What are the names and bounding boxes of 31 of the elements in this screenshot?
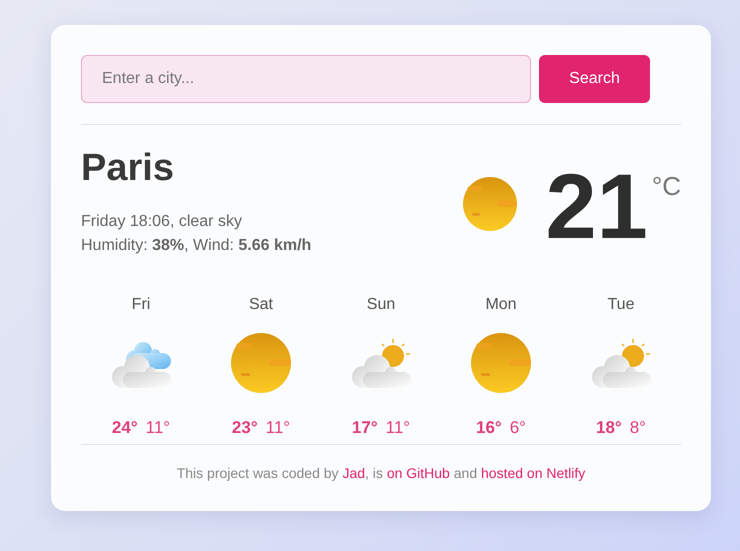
- sun-icon: [231, 333, 291, 393]
- sun-icon: [471, 333, 531, 393]
- search-button[interactable]: Search: [539, 55, 650, 103]
- forecast-day: Sat: [248, 296, 273, 314]
- max-temperature: 17°: [352, 418, 378, 438]
- credits-link[interactable]: hosted on Netlify: [481, 465, 586, 481]
- temperature-unit: °C: [652, 171, 681, 202]
- min-temperature: 11°: [266, 418, 290, 438]
- sun-cloud-icon: [351, 337, 411, 389]
- max-temperature: 18°: [596, 418, 622, 438]
- credits-link[interactable]: Jad: [342, 465, 366, 481]
- min-temperature: 8°: [630, 418, 646, 438]
- city-name: Paris: [81, 147, 175, 190]
- max-temperature: 16°: [476, 418, 502, 438]
- max-temperature: 24°: [112, 418, 138, 438]
- forecast-day: Tue: [608, 296, 634, 314]
- min-temperature: 11°: [146, 418, 170, 438]
- temperature: 21: [545, 167, 648, 247]
- min-temperature: 11°: [386, 418, 410, 438]
- forecast-day: Fri: [132, 296, 150, 314]
- sun-icon: [463, 177, 518, 231]
- credits-link[interactable]: on GitHub: [386, 465, 450, 481]
- city-search-field[interactable]: Enter a city...: [81, 55, 531, 103]
- min-temperature: 6°: [510, 418, 526, 438]
- forecast-day: Sun: [366, 296, 396, 314]
- weather-details: Humidity: 38%, Wind: 5.66 km/h: [81, 236, 312, 256]
- date-description: Friday 18:06, clear sky: [81, 212, 243, 232]
- forecast-day: Mon: [485, 296, 517, 314]
- credits-text: This project was coded by Jad, is on GitHub and hosted on Netlify: [176, 465, 586, 481]
- max-temperature: 23°: [232, 418, 258, 438]
- sun-cloud-icon: [591, 337, 651, 389]
